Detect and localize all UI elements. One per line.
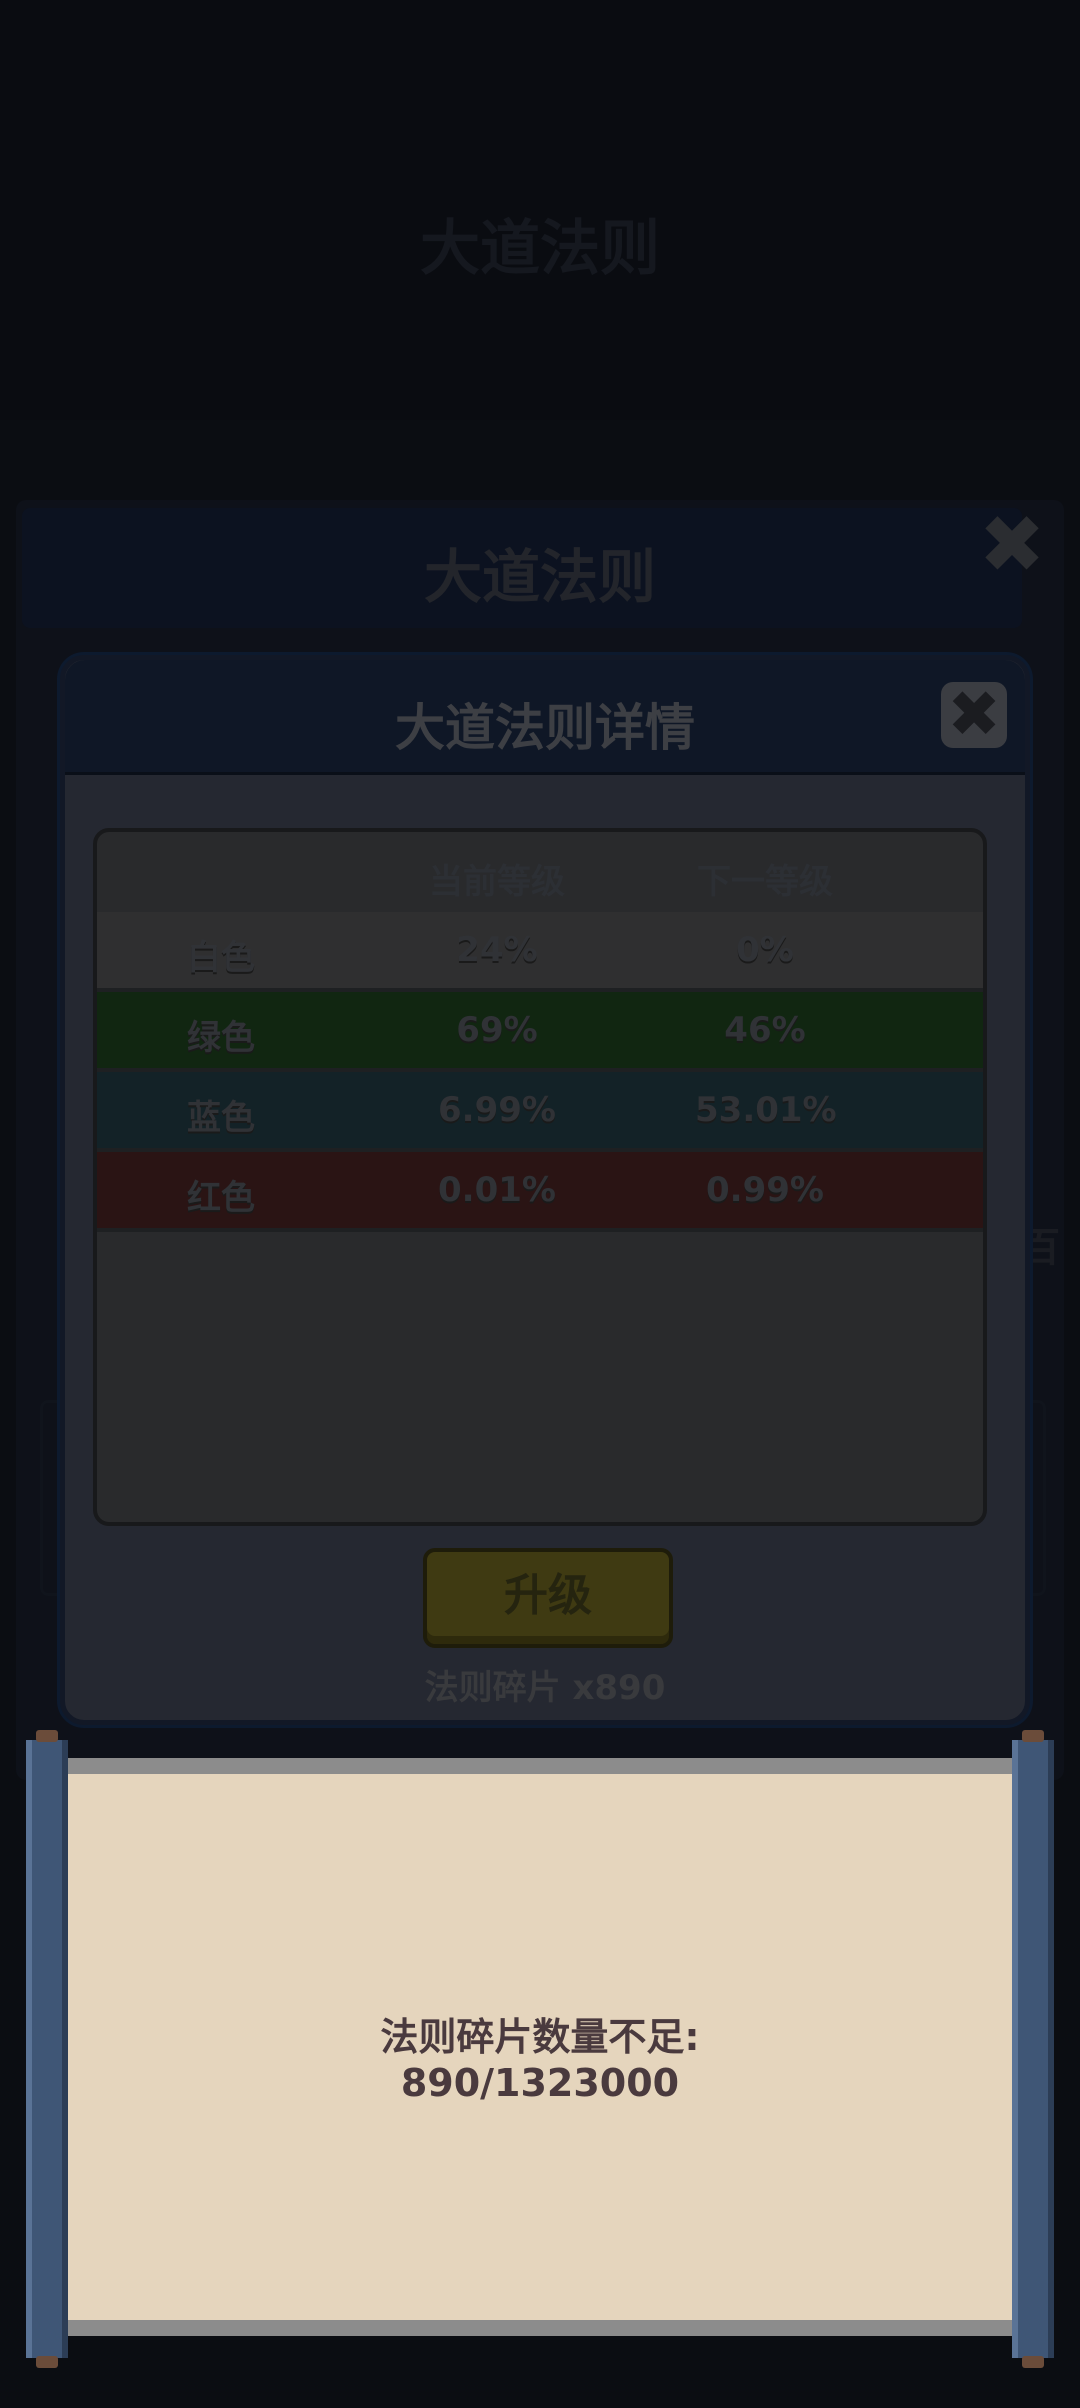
toast-line-1: 法则碎片数量不足: (380, 2015, 700, 2059)
table-row-red: 红色 0.01% 0.99% (97, 1152, 983, 1232)
law-detail-dialog: 大道法则详情 ✖ 当前等级 下一等级 白色 24% 0% 绿色 69% 46% … (60, 655, 1030, 1725)
row-current-value: 24% (456, 930, 538, 970)
background-close-icon: ✖ (978, 498, 1046, 591)
scroll-right-rod (1012, 1730, 1054, 2368)
row-next-value: 0.99% (706, 1170, 824, 1210)
fragment-count: 法则碎片 x890 (424, 1668, 666, 1708)
table-row-white: 白色 24% 0% (97, 912, 983, 992)
background-panel-title: 大道法则 (423, 543, 656, 611)
row-name: 红色 (187, 1178, 255, 1218)
row-name: 蓝色 (187, 1098, 255, 1138)
close-icon[interactable]: ✖ (941, 682, 1007, 748)
background-page-title: 大道法则 (420, 214, 660, 284)
row-current-value: 6.99% (438, 1090, 556, 1130)
stats-table: 当前等级 下一等级 白色 24% 0% 绿色 69% 46% 蓝色 6.99% … (93, 828, 987, 1526)
dialog-header: 大道法则详情 ✖ (65, 660, 1025, 775)
row-name: 白色 (187, 938, 255, 978)
row-current-value: 0.01% (438, 1170, 556, 1210)
row-next-value: 0% (736, 930, 794, 970)
row-next-value: 46% (724, 1010, 806, 1050)
upgrade-button[interactable]: 升级 (423, 1548, 673, 1648)
toast-message: 法则碎片数量不足: 890/1323000 (68, 2014, 1012, 2106)
toast-line-2: 890/1323000 (400, 2061, 680, 2105)
dialog-title: 大道法则详情 (395, 699, 695, 757)
row-name: 绿色 (187, 1018, 255, 1058)
insufficient-fragments-toast: 法则碎片数量不足: 890/1323000 (68, 1758, 1012, 2336)
table-header: 当前等级 下一等级 (97, 832, 983, 912)
column-header-next: 下一等级 (697, 862, 833, 902)
table-row-blue: 蓝色 6.99% 53.01% (97, 1072, 983, 1152)
table-row-green: 绿色 69% 46% (97, 992, 983, 1072)
game-screen: 大道法则 大道法则 ✖ 百 大道法则详情 ✖ 当前等级 下一等级 白色 24% … (0, 0, 1080, 2408)
scroll-left-rod (26, 1730, 68, 2368)
row-current-value: 69% (456, 1010, 538, 1050)
row-next-value: 53.01% (695, 1090, 837, 1130)
column-header-current: 当前等级 (429, 862, 565, 902)
